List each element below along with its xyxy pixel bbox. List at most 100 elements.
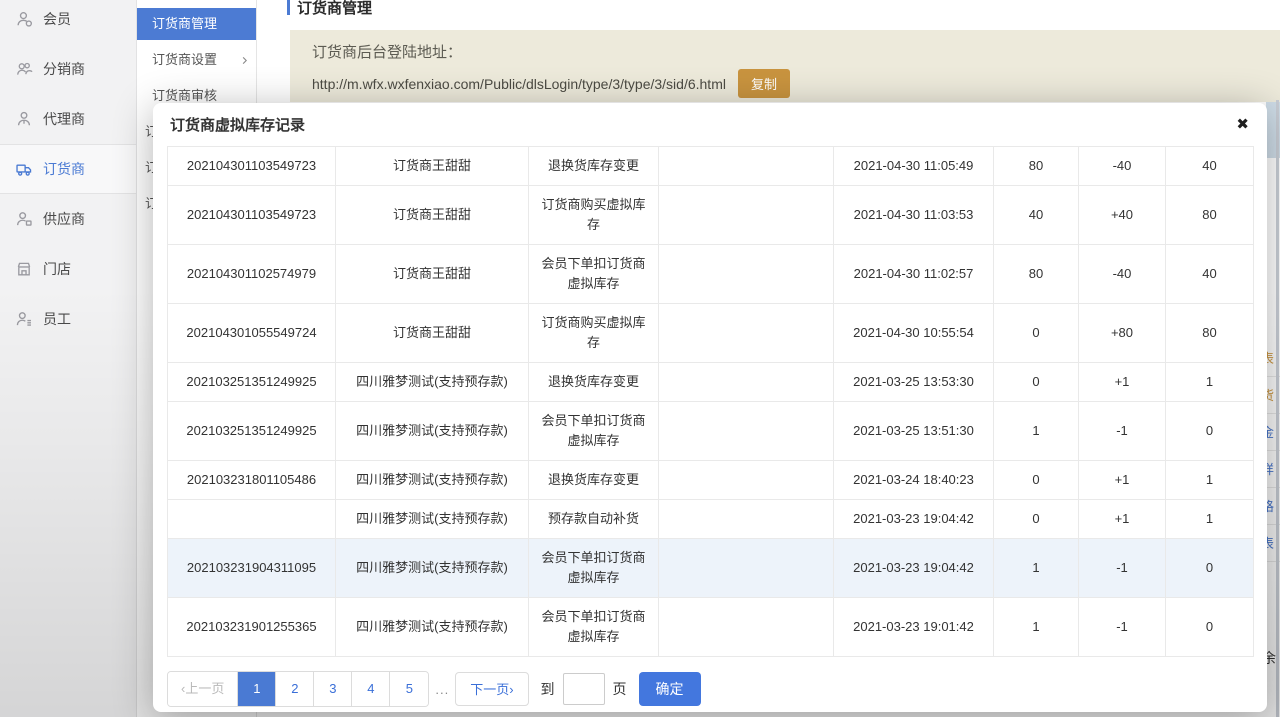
qty-before-cell: 80 (994, 147, 1079, 186)
change-type-cell: 退换货库存变更 (529, 461, 659, 500)
next-page-button[interactable]: 下一页› (455, 672, 528, 706)
orderer-name-cell: 四川雅梦测试(支持预存款) (336, 363, 529, 402)
time-cell: 2021-04-30 10:55:54 (834, 304, 994, 363)
copy-button[interactable]: 复制 (738, 69, 790, 98)
change-type-cell: 预存款自动补货 (529, 500, 659, 539)
qty-change-cell: +1 (1079, 363, 1166, 402)
sidebar-item-代理商[interactable]: 代理商 (0, 94, 136, 144)
qty-after-cell: 0 (1166, 539, 1254, 598)
qty-before-cell: 1 (994, 598, 1079, 657)
jump-to-label: 到 (541, 679, 555, 699)
product-cell (659, 461, 834, 500)
page-button-2[interactable]: 2 (276, 672, 314, 706)
submenu-item-订货商管理[interactable]: 订货商管理 (137, 8, 256, 40)
order-no-cell: 202104301055549724 (168, 304, 336, 363)
store-icon (15, 260, 33, 278)
stock-record-row: 202103231904311095四川雅梦测试(支持预存款)会员下单扣订货商虚… (168, 539, 1254, 598)
jump-page-input[interactable] (563, 673, 605, 705)
qty-after-cell: 0 (1166, 598, 1254, 657)
background-link-fragment-text: 金 (1266, 425, 1274, 440)
qty-after-cell: 40 (1166, 245, 1254, 304)
prev-page-button[interactable]: ‹上一页 (168, 672, 238, 706)
qty-after-cell: 1 (1166, 363, 1254, 402)
qty-change-cell: -40 (1079, 245, 1166, 304)
sidebar-item-label: 门店 (43, 259, 71, 279)
qty-before-cell: 1 (994, 539, 1079, 598)
change-type-cell: 订货商购买虚拟库存 (529, 304, 659, 363)
stock-record-row: 202103231801105486四川雅梦测试(支持预存款)退换货库存变更20… (168, 461, 1254, 500)
product-cell (659, 500, 834, 539)
qty-before-cell: 0 (994, 461, 1079, 500)
page-button-1[interactable]: 1 (238, 672, 276, 706)
qty-before-cell: 1 (994, 402, 1079, 461)
change-type-cell: 会员下单扣订货商虚拟库存 (529, 402, 659, 461)
qty-before-cell: 80 (994, 245, 1079, 304)
product-cell (659, 539, 834, 598)
sidebar-item-分销商[interactable]: 分销商 (0, 44, 136, 94)
qty-before-cell: 0 (994, 304, 1079, 363)
qty-change-cell: +1 (1079, 500, 1166, 539)
orderer-icon (15, 160, 33, 178)
time-cell: 2021-03-25 13:51:30 (834, 402, 994, 461)
sidebar-item-会员[interactable]: 会员 (0, 0, 136, 44)
modal-title: 订货商虚拟库存记录 (170, 114, 305, 135)
time-cell: 2021-04-30 11:03:53 (834, 186, 994, 245)
sidebar-item-门店[interactable]: 门店 (0, 244, 136, 294)
sidebar-item-label: 员工 (43, 309, 71, 329)
close-icon[interactable]: ✖ (1236, 117, 1249, 132)
stock-record-row: 202104301102574979订货商王甜甜会员下单扣订货商虚拟库存2021… (168, 245, 1254, 304)
page-button-4[interactable]: 4 (352, 672, 390, 706)
order-no-cell: 202103251351249925 (168, 402, 336, 461)
page-header: 订货商管理 (287, 0, 372, 18)
page-button-5[interactable]: 5 (390, 672, 428, 706)
qty-before-cell: 40 (994, 186, 1079, 245)
stock-record-row: 202103251351249925四川雅梦测试(支持预存款)会员下单扣订货商虚… (168, 402, 1254, 461)
orderer-name-cell: 四川雅梦测试(支持预存款) (336, 598, 529, 657)
agent-icon (15, 110, 33, 128)
page-scrollbar[interactable] (1276, 100, 1279, 717)
orderer-name-cell: 四川雅梦测试(支持预存款) (336, 402, 529, 461)
order-no-cell: 202103251351249925 (168, 363, 336, 402)
time-cell: 2021-04-30 11:05:49 (834, 147, 994, 186)
background-link-fragment-text: 格 (1266, 499, 1274, 514)
stock-record-row: 202103251351249925四川雅梦测试(支持预存款)退换货库存变更20… (168, 363, 1254, 402)
submenu-item-label: 订货商管理 (152, 8, 217, 40)
qty-after-cell: 1 (1166, 461, 1254, 500)
change-type-cell: 退换货库存变更 (529, 147, 659, 186)
background-link-fragment-text: 表 (1266, 351, 1274, 366)
sidebar-item-label: 会员 (43, 9, 71, 29)
product-cell (659, 598, 834, 657)
qty-change-cell: +80 (1079, 304, 1166, 363)
background-link-fragment-text: 详 (1266, 462, 1274, 477)
qty-after-cell: 80 (1166, 186, 1254, 245)
sidebar-item-员工[interactable]: 员工 (0, 294, 136, 344)
order-no-cell (168, 500, 336, 539)
orderer-name-cell: 订货商王甜甜 (336, 186, 529, 245)
change-type-cell: 退换货库存变更 (529, 363, 659, 402)
pagination-ellipsis: ... (435, 682, 449, 697)
supplier-icon (15, 210, 33, 228)
time-cell: 2021-03-23 19:04:42 (834, 539, 994, 598)
page-button-3[interactable]: 3 (314, 672, 352, 706)
confirm-button[interactable]: 确定 (639, 672, 701, 706)
sidebar-item-供应商[interactable]: 供应商 (0, 194, 136, 244)
orderer-name-cell: 四川雅梦测试(支持预存款) (336, 500, 529, 539)
orderer-icon (15, 160, 33, 178)
distributor-icon (15, 60, 33, 78)
jump-unit-label: 页 (613, 679, 627, 699)
qty-after-cell: 80 (1166, 304, 1254, 363)
login-address-panel: 订货商后台登陆地址： http://m.wfx.wxfenxiao.com/Pu… (290, 30, 1280, 102)
store-icon (15, 260, 33, 278)
product-cell (659, 186, 834, 245)
time-cell: 2021-03-24 18:40:23 (834, 461, 994, 500)
change-type-cell: 订货商购买虚拟库存 (529, 186, 659, 245)
primary-sidebar: 会员分销商代理商订货商供应商门店员工 (0, 0, 137, 717)
orderer-name-cell: 订货商王甜甜 (336, 304, 529, 363)
submenu-item-订货商设置[interactable]: 订货商设置 (137, 44, 256, 76)
product-cell (659, 363, 834, 402)
orderer-name-cell: 四川雅梦测试(支持预存款) (336, 539, 529, 598)
stock-record-table-body: 202104301103549723订货商王甜甜退换货库存变更2021-04-3… (168, 147, 1254, 657)
sidebar-item-订货商[interactable]: 订货商 (0, 144, 136, 194)
background-link-fragment-text: 货 (1266, 388, 1274, 403)
time-cell: 2021-04-30 11:02:57 (834, 245, 994, 304)
